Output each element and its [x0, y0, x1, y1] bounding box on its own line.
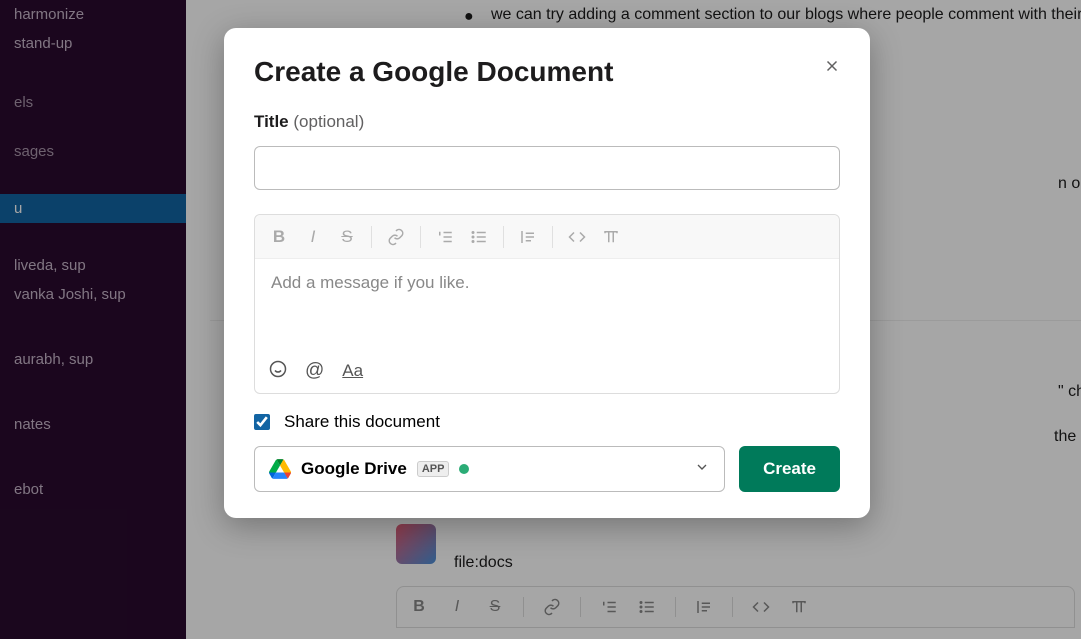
bold-icon[interactable]: B: [269, 227, 289, 247]
toolbar-sep: [503, 226, 504, 248]
toolbar-sep: [371, 226, 372, 248]
close-button[interactable]: [818, 52, 846, 80]
link-icon[interactable]: [386, 228, 406, 246]
destination-row: Google Drive APP Create: [254, 446, 840, 492]
italic-icon[interactable]: I: [303, 227, 323, 247]
code-icon[interactable]: [567, 228, 587, 246]
title-field-label: Title (optional): [254, 112, 840, 132]
google-drive-icon: [269, 459, 291, 479]
destination-select[interactable]: Google Drive APP: [254, 446, 725, 492]
formatting-icon[interactable]: Aa: [342, 361, 363, 381]
emoji-icon[interactable]: [269, 360, 287, 383]
title-input[interactable]: [254, 146, 840, 190]
bullet-list-icon[interactable]: [469, 228, 489, 246]
editor-toolbar: B I S: [255, 215, 839, 259]
blockquote-icon[interactable]: [518, 228, 538, 246]
strike-icon[interactable]: S: [337, 227, 357, 247]
ordered-list-icon[interactable]: [435, 228, 455, 246]
app-badge: APP: [417, 461, 450, 477]
toolbar-sep: [420, 226, 421, 248]
share-checkbox[interactable]: [254, 414, 270, 430]
share-label: Share this document: [284, 412, 440, 432]
title-label-text: Title: [254, 112, 289, 131]
mention-icon[interactable]: @: [305, 360, 324, 382]
codeblock-icon[interactable]: [601, 228, 621, 246]
close-icon: [823, 57, 841, 75]
message-textarea[interactable]: Add a message if you like.: [255, 259, 839, 349]
chevron-down-icon: [694, 459, 710, 480]
create-google-doc-modal: Create a Google Document Title (optional…: [224, 28, 870, 518]
title-optional-text: (optional): [293, 112, 364, 131]
editor-footer: @ Aa: [255, 349, 839, 393]
destination-name: Google Drive: [301, 459, 407, 479]
presence-dot-icon: [459, 464, 469, 474]
share-row: Share this document: [254, 412, 840, 432]
toolbar-sep: [552, 226, 553, 248]
create-button[interactable]: Create: [739, 446, 840, 492]
message-editor: B I S Add a message if you like. @ Aa: [254, 214, 840, 394]
modal-title: Create a Google Document: [254, 56, 840, 88]
